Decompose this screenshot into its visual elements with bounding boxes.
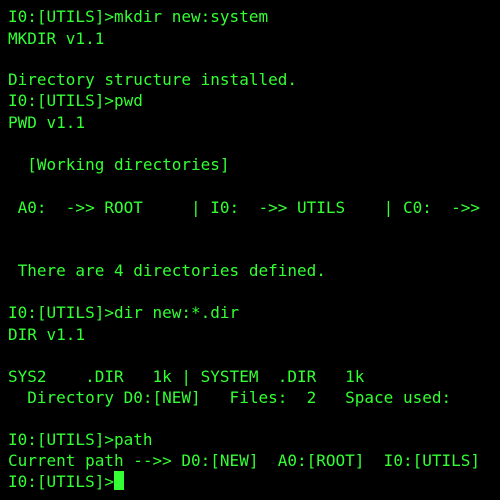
terminal-line-mkdir-result: Directory structure installed. <box>8 70 297 89</box>
terminal-line-pwd-directories: A0: ->> ROOT | I0: ->> UTILS | C0: ->> <box>8 198 481 217</box>
terminal-line-pwd-command: I0:[UTILS]>pwd <box>8 91 143 110</box>
terminal-line-path-command: I0:[UTILS]>path <box>8 430 153 449</box>
terminal-line-mkdir-version: MKDIR v1.1 <box>8 29 105 48</box>
terminal-line-dir-summary: Directory D0:[NEW] Files: 2 Space used: <box>8 388 452 407</box>
terminal-line-mkdir-command: I0:[UTILS]>mkdir new:system <box>8 7 269 26</box>
terminal-line-dir-listing: SYS2 .DIR 1k | SYSTEM .DIR 1k <box>8 367 365 386</box>
terminal-line-pwd-summary: There are 4 directories defined. <box>8 261 326 280</box>
terminal-line-path-output: Current path -->> D0:[NEW] A0:[ROOT] I0:… <box>8 451 481 470</box>
terminal-window[interactable]: I0:[UTILS]>mkdir new:system MKDIR v1.1 D… <box>0 0 500 500</box>
terminal-line-pwd-version: PWD v1.1 <box>8 113 86 132</box>
terminal-prompt: I0:[UTILS]> <box>8 472 114 491</box>
terminal-line-dir-version: DIR v1.1 <box>8 325 86 344</box>
terminal-cursor <box>113 471 124 490</box>
terminal-line-pwd-heading: [Working directories] <box>8 155 230 174</box>
terminal-prompt-line[interactable]: I0:[UTILS]> <box>8 471 124 492</box>
terminal-line-dir-command: I0:[UTILS]>dir new:*.dir <box>8 303 240 322</box>
